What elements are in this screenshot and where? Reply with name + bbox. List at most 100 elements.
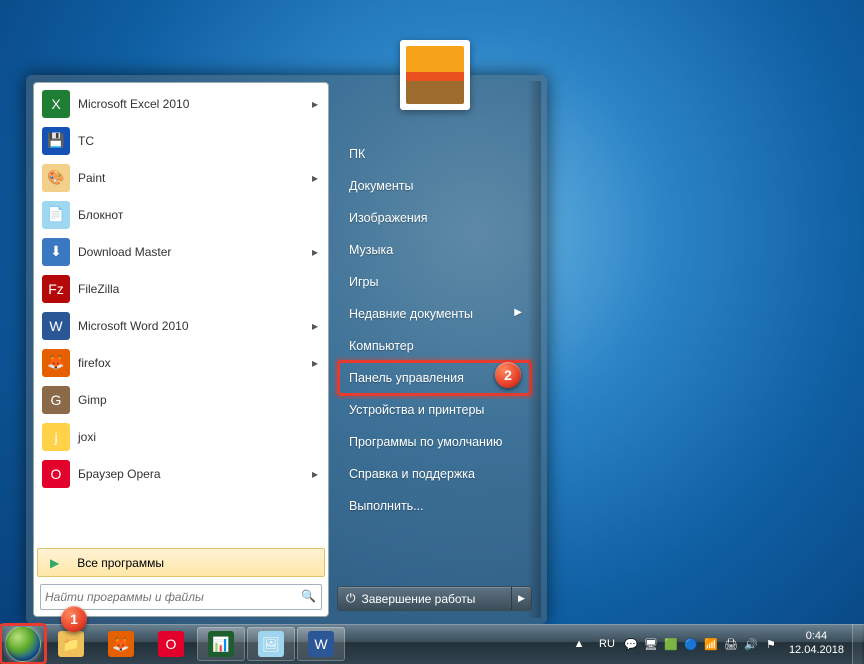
user-avatar[interactable] — [400, 40, 470, 110]
tray-icon[interactable]: 💬 — [622, 635, 640, 653]
right-link[interactable]: ПК — [339, 138, 530, 170]
program-item[interactable]: W Microsoft Word 2010 ▸ — [36, 307, 326, 344]
right-link-label: Недавние документы — [349, 307, 473, 321]
taskbar-button-word[interactable]: W — [297, 627, 345, 661]
right-link[interactable]: Программы по умолчанию — [339, 426, 530, 458]
tray-icons: 💬🖥🟩🔵📶🖨🔊⚑ — [621, 635, 781, 653]
taskbar-button-explorer[interactable]: 📁 — [47, 627, 95, 661]
opera-icon: O — [158, 631, 184, 657]
tray-icon[interactable]: 🔵 — [682, 635, 700, 653]
recent-programs-list: X Microsoft Excel 2010 ▸💾 TC 🎨 Paint ▸📄 … — [36, 85, 326, 546]
annotation-callout-2: 2 — [495, 362, 521, 388]
right-link-label: Справка и поддержка — [349, 467, 475, 481]
program-label: Блокнот — [78, 208, 310, 222]
program-label: Microsoft Excel 2010 — [78, 97, 310, 111]
firefox-icon: 🦊 — [108, 631, 134, 657]
right-link[interactable]: Компьютер — [339, 330, 530, 362]
program-icon: W — [42, 312, 70, 340]
submenu-arrow-icon: ▸ — [310, 319, 320, 333]
program-label: firefox — [78, 356, 310, 370]
tray-icon[interactable]: 🖥 — [642, 635, 660, 653]
program-icon: 🎨 — [42, 164, 70, 192]
right-link[interactable]: Недавние документы ▶ — [339, 298, 530, 330]
program-label: Браузер Opera — [78, 467, 310, 481]
show-desktop-button[interactable] — [852, 624, 862, 664]
tray-icon[interactable]: 📶 — [702, 635, 720, 653]
tray-icon[interactable]: 🖨 — [722, 635, 740, 653]
taskbar-buttons: 📁 🦊 O 📊🖼W — [46, 627, 346, 661]
program-label: joxi — [78, 430, 310, 444]
tray-icon[interactable]: ⚑ — [762, 635, 780, 653]
triangle-right-icon: ▶ — [50, 556, 59, 570]
taskbar-button-firefox[interactable]: 🦊 — [97, 627, 145, 661]
program-label: Download Master — [78, 245, 310, 259]
shutdown-icon: ⏻ — [346, 591, 356, 606]
program-icon: O — [42, 460, 70, 488]
program-item[interactable]: Fz FileZilla — [36, 270, 326, 307]
program-item[interactable]: O Браузер Opera ▸ — [36, 455, 326, 492]
avatar-image — [406, 46, 464, 104]
program-item[interactable]: 🎨 Paint ▸ — [36, 159, 326, 196]
right-links-list: ПКДокументыИзображения Музыка Игры Недавние… — [329, 138, 540, 580]
program-icon: Fz — [42, 275, 70, 303]
taskbar: 📁 🦊 O 📊🖼W ▲ RU 💬🖥🟩🔵📶🖨🔊⚑ 0:44 12.04.2018 — [0, 624, 864, 664]
program-item[interactable]: ⬇ Download Master ▸ — [36, 233, 326, 270]
explorer-icon: 📁 — [58, 631, 84, 657]
program-label: Paint — [78, 171, 310, 185]
clock-date: 12.04.2018 — [789, 644, 844, 658]
program-icon: 📄 — [42, 201, 70, 229]
taskbar-button-taskmgr[interactable]: 📊 — [197, 627, 245, 661]
submenu-arrow-icon: ▶ — [514, 307, 522, 318]
right-link-label: Игры — [349, 275, 378, 289]
all-programs-button[interactable]: ▶ Все программы — [37, 548, 325, 577]
program-icon: j — [42, 423, 70, 451]
right-link[interactable]: Документы — [339, 170, 530, 202]
windows-orb-icon — [5, 626, 41, 662]
right-link-label: Панель управления — [349, 371, 464, 385]
clock-time: 0:44 — [789, 630, 844, 644]
clock[interactable]: 0:44 12.04.2018 — [789, 630, 844, 658]
right-link-label: Программы по умолчанию — [349, 435, 502, 449]
program-icon: G — [42, 386, 70, 414]
search-input[interactable] — [45, 590, 301, 604]
start-menu-left-pane: X Microsoft Excel 2010 ▸💾 TC 🎨 Paint ▸📄 … — [33, 82, 329, 617]
program-item[interactable]: j joxi — [36, 418, 326, 455]
right-link-label: Выполнить... — [349, 499, 424, 513]
start-button[interactable] — [0, 624, 46, 664]
program-icon: ⬇ — [42, 238, 70, 266]
taskbar-button-opera[interactable]: O — [147, 627, 195, 661]
program-icon: 💾 — [42, 127, 70, 155]
taskbar-button-paint[interactable]: 🖼 — [247, 627, 295, 661]
language-indicator[interactable]: RU — [599, 638, 615, 650]
search-icon: 🔍 — [301, 589, 317, 605]
right-link[interactable]: Игры — [339, 266, 530, 298]
program-label: TC — [78, 134, 310, 148]
program-item[interactable]: 🦊 firefox ▸ — [36, 344, 326, 381]
shutdown-label: Завершение работы — [362, 592, 476, 606]
search-box[interactable]: 🔍 — [40, 584, 322, 610]
right-link[interactable]: Устройства и принтеры — [339, 394, 530, 426]
program-label: Microsoft Word 2010 — [78, 319, 310, 333]
program-item[interactable]: X Microsoft Excel 2010 ▸ — [36, 85, 326, 122]
submenu-arrow-icon: ▸ — [310, 245, 320, 259]
submenu-arrow-icon: ▸ — [310, 97, 320, 111]
right-link-label: Компьютер — [349, 339, 414, 353]
submenu-arrow-icon: ▸ — [310, 171, 320, 185]
tray-show-hidden-icon[interactable]: ▲ — [570, 635, 588, 653]
program-item[interactable]: G Gimp — [36, 381, 326, 418]
shutdown-options-arrow[interactable]: ▶ — [511, 587, 531, 610]
shutdown-button[interactable]: ⏻ Завершение работы ▶ — [337, 586, 532, 611]
right-link[interactable]: Музыка — [339, 234, 530, 266]
annotation-callout-1: 1 — [61, 606, 87, 632]
right-link-label: Устройства и принтеры — [349, 403, 484, 417]
program-item[interactable]: 💾 TC — [36, 122, 326, 159]
tray-icon[interactable]: 🟩 — [662, 635, 680, 653]
tray-icon[interactable]: 🔊 — [742, 635, 760, 653]
right-link[interactable]: Выполнить... — [339, 490, 530, 522]
submenu-arrow-icon: ▸ — [310, 467, 320, 481]
right-link-label: Музыка — [349, 243, 393, 257]
all-programs-label: Все программы — [77, 556, 164, 570]
right-link[interactable]: Справка и поддержка — [339, 458, 530, 490]
program-item[interactable]: 📄 Блокнот — [36, 196, 326, 233]
right-link[interactable]: Изображения — [339, 202, 530, 234]
